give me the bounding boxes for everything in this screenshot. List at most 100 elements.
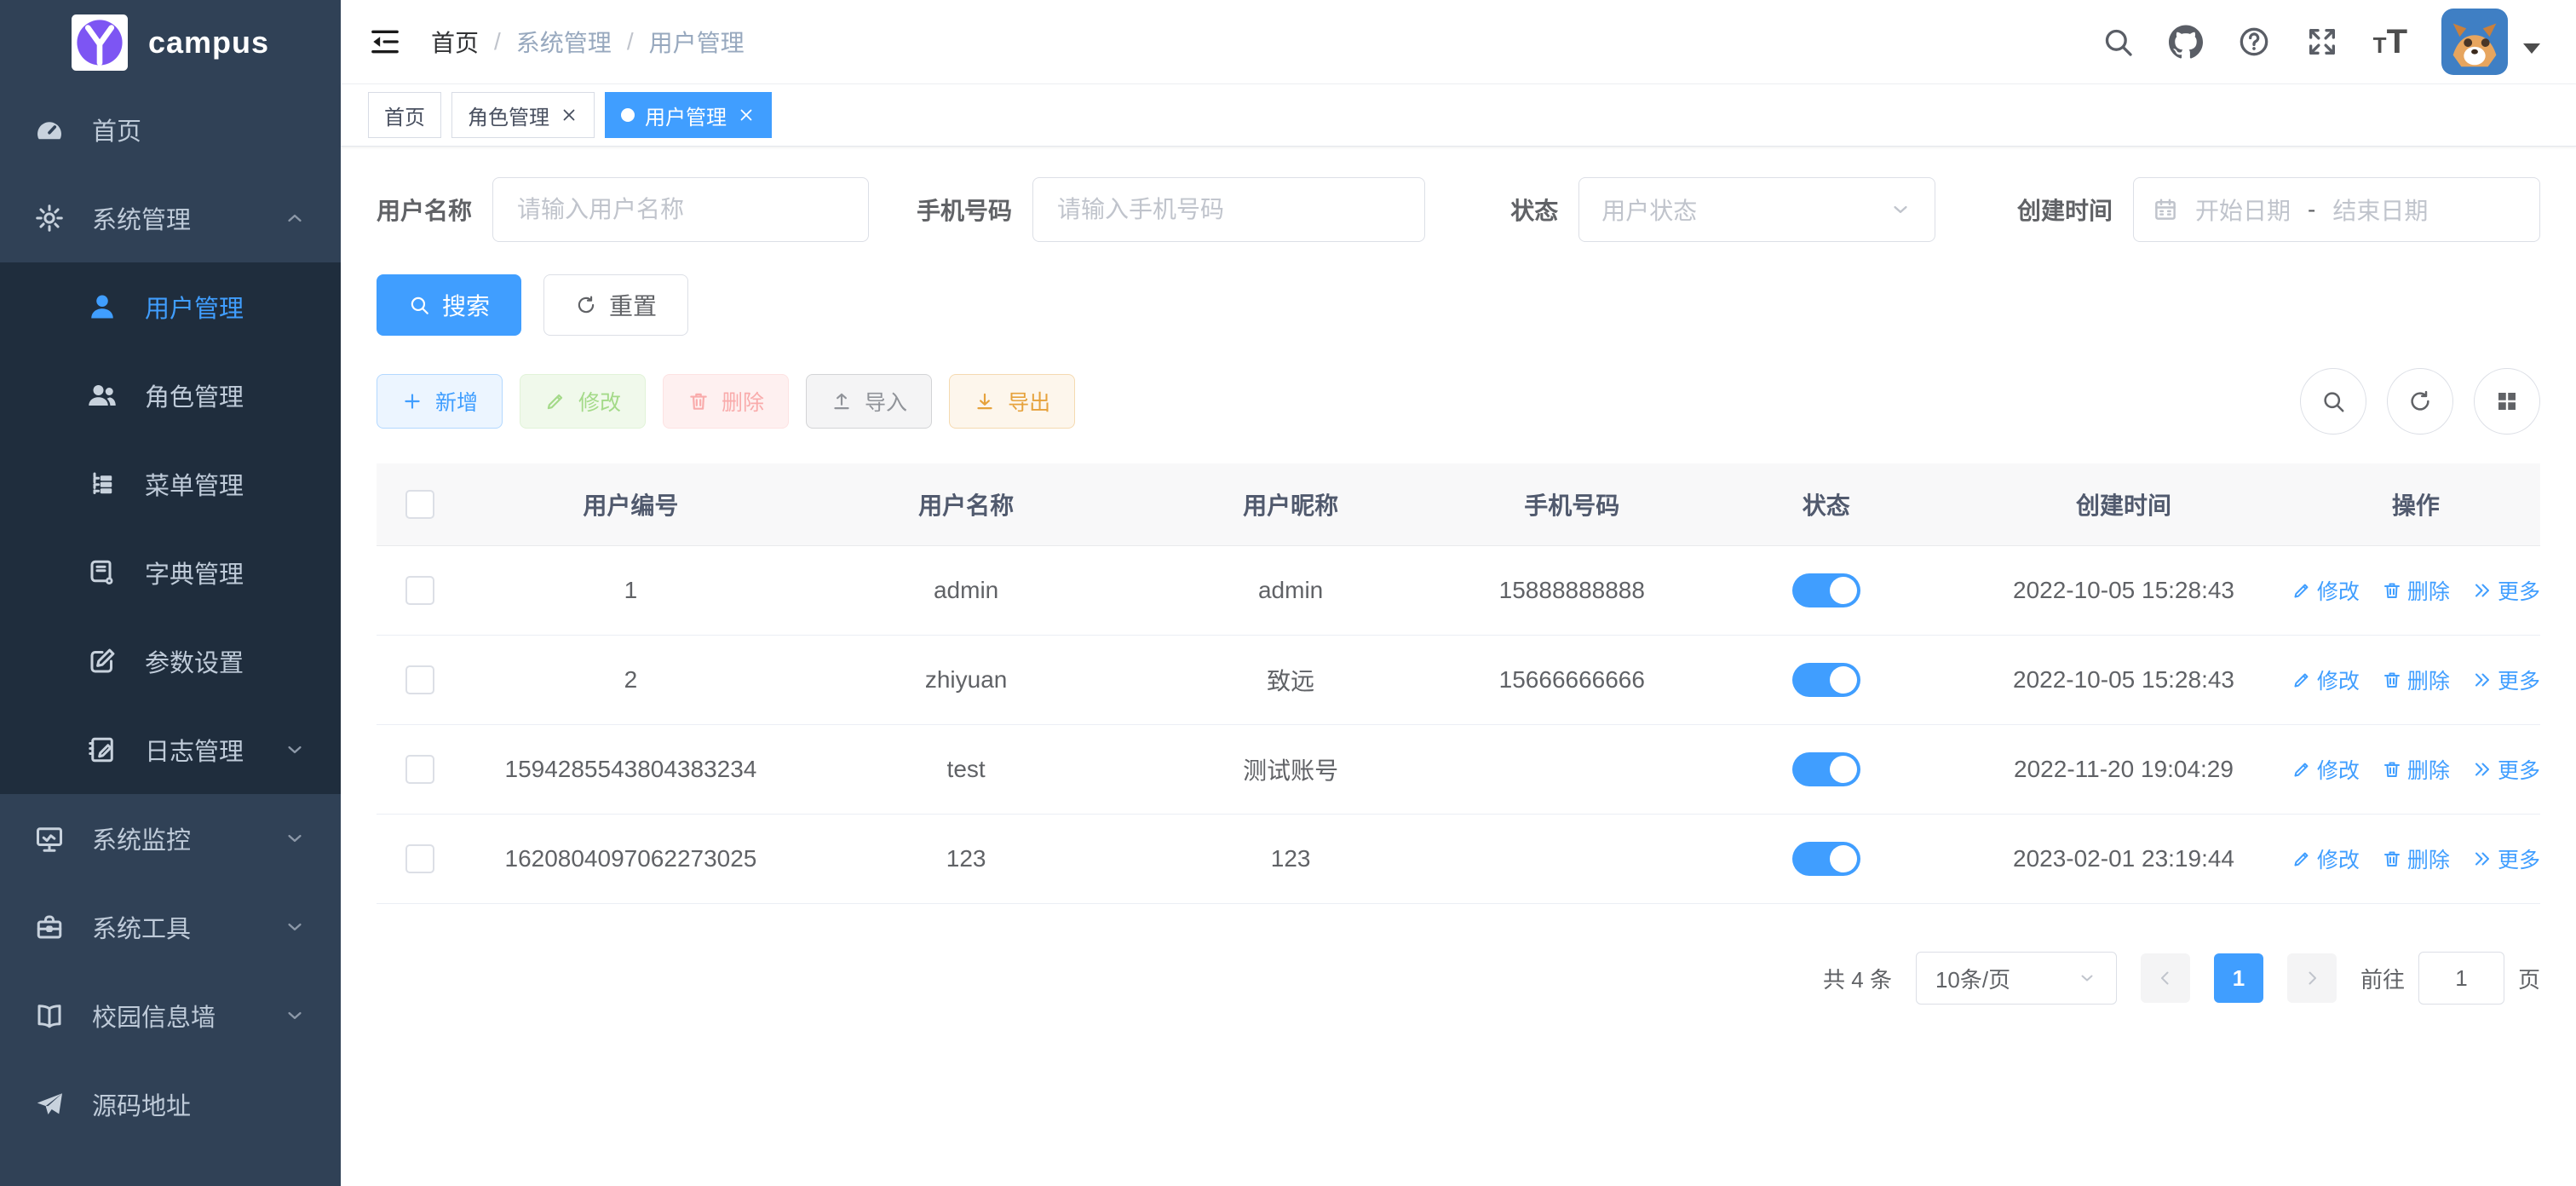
row-more-button[interactable]: 更多 (2472, 665, 2540, 695)
sidebar-item-user-mgmt[interactable]: 用户管理 (0, 262, 341, 351)
page-size-select[interactable]: 10条/页 (1916, 952, 2117, 1005)
header-search-icon[interactable] (2101, 25, 2135, 59)
delete-button[interactable]: 删除 (663, 374, 789, 429)
goto-label: 前往 (2360, 963, 2405, 994)
row-delete-button[interactable]: 删除 (2382, 575, 2450, 606)
sidebar-item-campus-wall[interactable]: 校园信息墙 (0, 971, 341, 1060)
close-icon[interactable] (560, 106, 578, 124)
search-button[interactable]: 搜索 (377, 274, 521, 336)
import-button[interactable]: 导入 (806, 374, 932, 429)
cell-created: 2022-11-20 19:04:29 (1956, 725, 2291, 815)
status-toggle[interactable] (1792, 663, 1860, 697)
trash-icon (2382, 580, 2402, 601)
table-row: 2 zhiyuan 致远 15666666666 2022-10-05 15:2… (377, 636, 2540, 725)
row-more-button[interactable]: 更多 (2472, 575, 2540, 606)
username-input[interactable] (492, 177, 869, 242)
row-delete-button[interactable]: 删除 (2382, 843, 2450, 874)
sidebar-item-system-mgmt[interactable]: 系统管理 (0, 174, 341, 262)
row-edit-button[interactable]: 修改 (2291, 843, 2360, 874)
plus-icon (401, 390, 423, 412)
breadcrumb-system-mgmt[interactable]: 系统管理 (516, 25, 612, 59)
search-icon (2320, 389, 2346, 414)
column-settings-button[interactable] (2474, 368, 2540, 435)
double-arrow-icon (2472, 759, 2493, 780)
sidebar-fold-icon[interactable] (368, 25, 402, 59)
sidebar-item-role-mgmt[interactable]: 角色管理 (0, 351, 341, 440)
tab-user-mgmt[interactable]: 用户管理 (605, 92, 772, 138)
fullscreen-icon[interactable] (2305, 25, 2339, 59)
user-avatar-menu[interactable] (2441, 9, 2540, 75)
sidebar-item-param-settings[interactable]: 参数设置 (0, 617, 341, 705)
user-table: 用户编号 用户名称 用户昵称 手机号码 状态 创建时间 操作 1 admin (377, 463, 2540, 904)
row-checkbox[interactable] (405, 665, 434, 694)
sidebar-item-system-tools[interactable]: 系统工具 (0, 883, 341, 971)
trash-icon (687, 390, 710, 412)
logo-title: campus (148, 25, 269, 60)
filter-buttons-row: 搜索 重置 (377, 274, 2540, 336)
cell-nickname: 致远 (1134, 636, 1447, 725)
status-toggle[interactable] (1792, 573, 1860, 607)
cell-username: zhiyuan (798, 636, 1134, 725)
tab-role-mgmt[interactable]: 角色管理 (451, 92, 595, 138)
row-checkbox[interactable] (405, 844, 434, 873)
sidebar-item-home[interactable]: 首页 (0, 85, 341, 174)
help-icon[interactable] (2237, 25, 2271, 59)
github-icon[interactable] (2169, 25, 2203, 59)
font-size-icon[interactable]: TT (2373, 25, 2407, 59)
main-area: 首页 / 系统管理 / 用户管理 TT (341, 0, 2576, 1186)
row-checkbox[interactable] (405, 755, 434, 784)
end-date-placeholder[interactable]: 结束日期 (2332, 193, 2428, 227)
pagination: 共 4 条 10条/页 1 前往 页 (377, 952, 2540, 1005)
row-edit-button[interactable]: 修改 (2291, 665, 2360, 695)
cell-nickname: 123 (1134, 815, 1447, 904)
status-toggle[interactable] (1792, 752, 1860, 786)
goto-page-input[interactable] (2418, 952, 2504, 1005)
pencil-icon (2291, 670, 2312, 690)
toggle-search-button[interactable] (2300, 368, 2366, 435)
sidebar-item-dict-mgmt[interactable]: 字典管理 (0, 528, 341, 617)
sidebar-item-system-monitor[interactable]: 系统监控 (0, 794, 341, 883)
reset-button[interactable]: 重置 (543, 274, 688, 336)
app-logo[interactable]: campus (0, 0, 341, 85)
edit-button[interactable]: 修改 (520, 374, 646, 429)
arrow-right-icon (2302, 968, 2322, 988)
row-edit-button[interactable]: 修改 (2291, 575, 2360, 606)
pencil-icon (544, 390, 566, 412)
search-icon (408, 294, 430, 316)
gear-icon (34, 203, 65, 233)
row-delete-button[interactable]: 删除 (2382, 665, 2450, 695)
row-more-button[interactable]: 更多 (2472, 754, 2540, 785)
row-edit-button[interactable]: 修改 (2291, 754, 2360, 785)
download-icon (974, 390, 996, 412)
toolbar-buttons: 新增 修改 删除 导入 (377, 374, 1075, 429)
pencil-icon (2291, 759, 2312, 780)
col-actions: 操作 (2291, 463, 2540, 546)
start-date-placeholder[interactable]: 开始日期 (2195, 193, 2291, 227)
row-checkbox[interactable] (405, 576, 434, 605)
export-button[interactable]: 导出 (949, 374, 1075, 429)
refresh-table-button[interactable] (2387, 368, 2453, 435)
select-all-checkbox[interactable] (405, 490, 434, 519)
refresh-icon (2407, 389, 2433, 414)
sidebar-item-menu-mgmt[interactable]: 菜单管理 (0, 440, 341, 528)
tab-home[interactable]: 首页 (368, 92, 441, 138)
phone-input[interactable] (1032, 177, 1425, 242)
sidebar-item-source-code[interactable]: 源码地址 (0, 1060, 341, 1149)
row-delete-button[interactable]: 删除 (2382, 754, 2450, 785)
page-number-1[interactable]: 1 (2214, 953, 2263, 1003)
system-mgmt-submenu: 用户管理 角色管理 菜单管理 字典管理 参数设置 (0, 262, 341, 794)
breadcrumb-separator: / (627, 28, 634, 55)
date-range-picker[interactable]: 开始日期 - 结束日期 (2133, 177, 2540, 242)
close-icon[interactable] (737, 106, 756, 124)
next-page-button[interactable] (2287, 953, 2337, 1003)
add-button[interactable]: 新增 (377, 374, 503, 429)
row-more-button[interactable]: 更多 (2472, 843, 2540, 874)
prev-page-button[interactable] (2141, 953, 2190, 1003)
status-toggle[interactable] (1792, 842, 1860, 876)
cell-phone (1447, 815, 1696, 904)
status-select[interactable]: 用户状态 (1578, 177, 1935, 242)
table-row: 1594285543804383234 test 测试账号 2022-11-20… (377, 725, 2540, 815)
breadcrumb-separator: / (494, 28, 501, 55)
breadcrumb-home[interactable]: 首页 (431, 25, 479, 59)
sidebar-item-log-mgmt[interactable]: 日志管理 (0, 705, 341, 794)
